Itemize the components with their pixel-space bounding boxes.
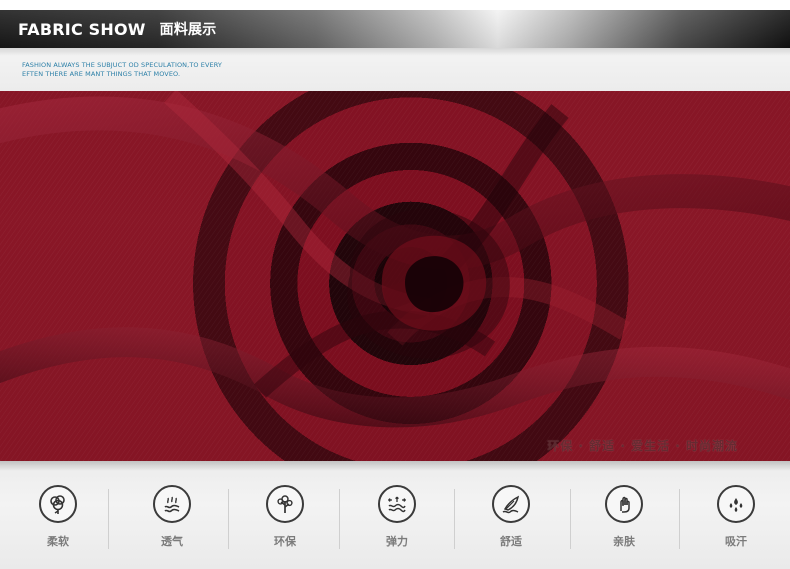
elastic-icon (378, 485, 416, 523)
feature-strip: 柔软 透气 环保 弹力 舒适 亲肤 吸汗 (0, 461, 790, 569)
page-title: FABRIC SHOW 面料展示 (18, 10, 216, 48)
title-chinese: 面料展示 (159, 22, 217, 38)
feature-breathable: 透气 (144, 485, 200, 549)
feature-divider (339, 489, 340, 549)
feature-elastic: 弹力 (369, 485, 425, 549)
feature-label: 柔软 (47, 535, 69, 548)
feature-label: 吸汗 (725, 535, 747, 548)
feature-label: 透气 (161, 535, 183, 548)
header-bar: FABRIC SHOW 面料展示 (0, 10, 790, 48)
tagline-line-1: FASHION ALWAYS THE SUBJUCT OD SPECULATIO… (22, 61, 222, 69)
breathable-icon (153, 485, 191, 523)
feature-label: 亲肤 (613, 535, 635, 548)
feature-soft: 柔软 (30, 485, 86, 549)
feature-divider (570, 489, 571, 549)
eco-tree-icon (266, 485, 304, 523)
feature-label: 环保 (274, 535, 296, 548)
title-english: FABRIC SHOW (18, 19, 146, 39)
feature-sweat-absorbent: 吸汗 (708, 485, 764, 549)
feature-label: 舒适 (500, 535, 522, 548)
feature-label: 弹力 (386, 535, 408, 548)
intro-area: FASHION ALWAYS THE SUBJUCT OD SPECULATIO… (0, 48, 790, 91)
tagline: FASHION ALWAYS THE SUBJUCT OD SPECULATIO… (22, 61, 282, 79)
fabric-image: 环保 · 舒适 · 爱生活 · 时尚潮流 (0, 91, 790, 461)
fabric-caption: 环保 · 舒适 · 爱生活 · 时尚潮流 (547, 439, 738, 453)
feature-divider (108, 489, 109, 549)
skin-friendly-icon (605, 485, 643, 523)
tagline-line-2: EFTEN THERE ARE MANT THINGS THAT MOVEO. (22, 70, 181, 78)
feature-divider (679, 489, 680, 549)
feature-eco: 环保 (257, 485, 313, 549)
feature-divider (228, 489, 229, 549)
feature-divider (454, 489, 455, 549)
sweat-absorb-icon (717, 485, 755, 523)
feature-comfortable: 舒适 (483, 485, 539, 549)
feather-icon (492, 485, 530, 523)
cotton-icon (39, 485, 77, 523)
fabric-swirl-illustration (0, 91, 790, 461)
feature-skin-friendly: 亲肤 (596, 485, 652, 549)
